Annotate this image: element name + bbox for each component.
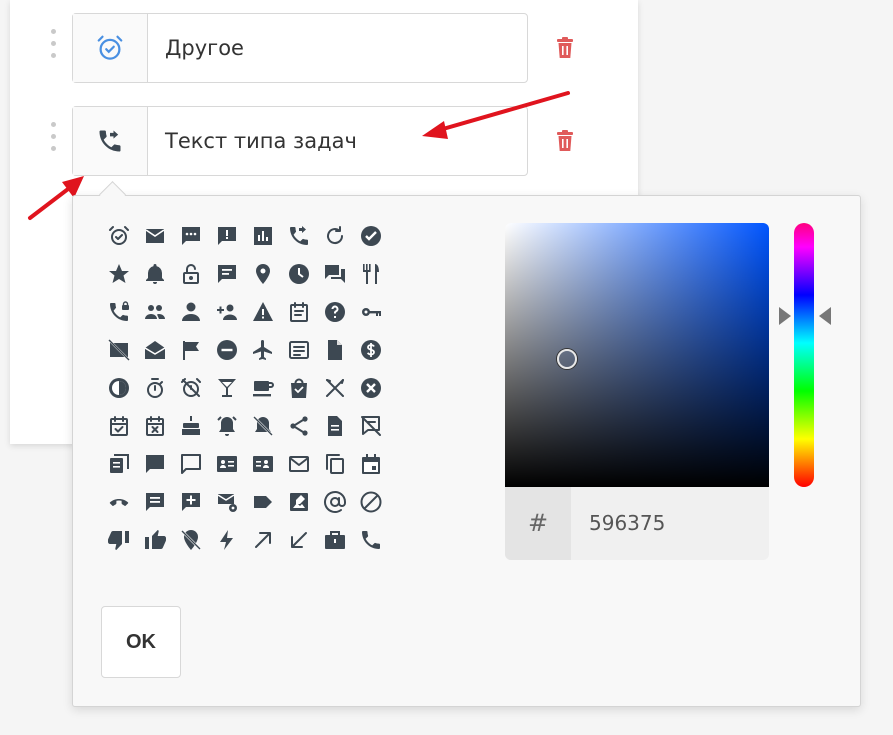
share-icon[interactable] (283, 410, 315, 442)
comment-outline-icon[interactable] (175, 448, 207, 480)
thumb-down-icon[interactable] (103, 524, 135, 556)
calendar-check-icon[interactable] (103, 410, 135, 442)
stopwatch-icon[interactable] (139, 372, 171, 404)
image-edit-icon[interactable] (283, 486, 315, 518)
phone-lock-icon[interactable] (103, 296, 135, 328)
calendar-x-icon[interactable] (139, 410, 171, 442)
cross-tools-icon[interactable] (319, 372, 351, 404)
chat-bubbles-icon[interactable] (319, 258, 351, 290)
no-comment-icon[interactable] (355, 410, 387, 442)
calendar-icon[interactable] (355, 448, 387, 480)
hex-prefix: # (505, 487, 571, 560)
cocktail-icon[interactable] (211, 372, 243, 404)
no-card-icon[interactable] (103, 334, 135, 366)
icon-color-picker-popup: # 596375 OK (72, 181, 861, 707)
lightning-icon[interactable] (211, 524, 243, 556)
clock-icon[interactable] (283, 258, 315, 290)
arrow-up-right-icon[interactable] (247, 524, 279, 556)
trash-icon[interactable] (555, 37, 575, 59)
close-circle-icon[interactable] (355, 372, 387, 404)
bar-chart-icon[interactable] (247, 220, 279, 252)
task-type-row: Текст типа задач (0, 106, 640, 176)
color-handle[interactable] (557, 349, 577, 369)
bell-icon[interactable] (139, 258, 171, 290)
coffee-icon[interactable] (247, 372, 279, 404)
task-type-field: Текст типа задач (72, 106, 528, 176)
warning-icon[interactable] (247, 296, 279, 328)
minus-circle-icon[interactable] (211, 334, 243, 366)
lock-open-icon[interactable] (175, 258, 207, 290)
list-card-icon[interactable] (283, 334, 315, 366)
ok-button[interactable]: OK (101, 606, 181, 678)
contact-card-icon[interactable] (247, 448, 279, 480)
arrow-down-left-icon[interactable] (283, 524, 315, 556)
open-mail-icon[interactable] (139, 334, 171, 366)
hue-marker-left[interactable] (779, 307, 791, 325)
icon-grid (103, 220, 391, 562)
alarm-bell-icon[interactable] (211, 410, 243, 442)
drag-handle[interactable] (47, 122, 59, 160)
user-icon[interactable] (175, 296, 207, 328)
calendar-note-icon[interactable] (283, 296, 315, 328)
task-type-name[interactable]: Текст типа задач (165, 107, 357, 175)
hue-slider[interactable] (794, 223, 814, 487)
message-icon[interactable] (211, 258, 243, 290)
thumb-up-icon[interactable] (139, 524, 171, 556)
task-type-icon-button[interactable] (73, 14, 148, 82)
phone-forward-icon[interactable] (283, 220, 315, 252)
drag-handle[interactable] (47, 29, 59, 67)
hex-input[interactable]: 596375 (589, 487, 665, 560)
file-icon[interactable] (319, 334, 351, 366)
copy-icon[interactable] (319, 448, 351, 480)
saturation-value-area[interactable] (505, 223, 769, 487)
star-icon[interactable] (103, 258, 135, 290)
hue-marker-right[interactable] (819, 307, 831, 325)
airplane-icon[interactable] (247, 334, 279, 366)
layers-icon[interactable] (103, 448, 135, 480)
map-pin-icon[interactable] (247, 258, 279, 290)
key-icon[interactable] (355, 296, 387, 328)
half-circle-icon[interactable] (103, 372, 135, 404)
task-type-icon-button[interactable] (73, 107, 148, 175)
comment-icon[interactable] (139, 448, 171, 480)
shopping-bag-icon[interactable] (283, 372, 315, 404)
envelope-icon[interactable] (139, 220, 171, 252)
mail-settings-icon[interactable] (211, 486, 243, 518)
document-icon[interactable] (319, 410, 351, 442)
check-circle-icon[interactable] (355, 220, 387, 252)
cutlery-icon[interactable] (355, 258, 387, 290)
flag-icon[interactable] (175, 334, 207, 366)
alarm-off-icon[interactable] (175, 372, 207, 404)
hex-input-box: # 596375 (505, 487, 769, 560)
alert-message-icon[interactable] (211, 220, 243, 252)
mail-outline-icon[interactable] (283, 448, 315, 480)
block-icon[interactable] (355, 486, 387, 518)
help-circle-icon[interactable] (319, 296, 351, 328)
phone-forward-icon (99, 130, 121, 152)
task-type-field: Другое (72, 13, 528, 83)
briefcase-icon[interactable] (319, 524, 351, 556)
at-sign-icon[interactable] (319, 486, 351, 518)
trash-icon[interactable] (555, 130, 575, 152)
redo-icon[interactable] (319, 220, 351, 252)
bell-off-icon[interactable] (247, 410, 279, 442)
alarm-clock-icon[interactable] (103, 220, 135, 252)
task-type-name[interactable]: Другое (165, 14, 244, 82)
users-icon[interactable] (139, 296, 171, 328)
chat-dots-icon[interactable] (175, 220, 207, 252)
location-off-icon[interactable] (175, 524, 207, 556)
id-card-icon[interactable] (211, 448, 243, 480)
hang-up-icon[interactable] (103, 486, 135, 518)
alarm-clock-icon (97, 35, 123, 60)
label-icon[interactable] (247, 486, 279, 518)
dollar-icon[interactable] (355, 334, 387, 366)
task-type-row: Другое (0, 13, 640, 83)
add-box-icon[interactable] (175, 486, 207, 518)
add-user-icon[interactable] (211, 296, 243, 328)
phone-icon[interactable] (355, 524, 387, 556)
note-icon[interactable] (139, 486, 171, 518)
cake-icon[interactable] (175, 410, 207, 442)
